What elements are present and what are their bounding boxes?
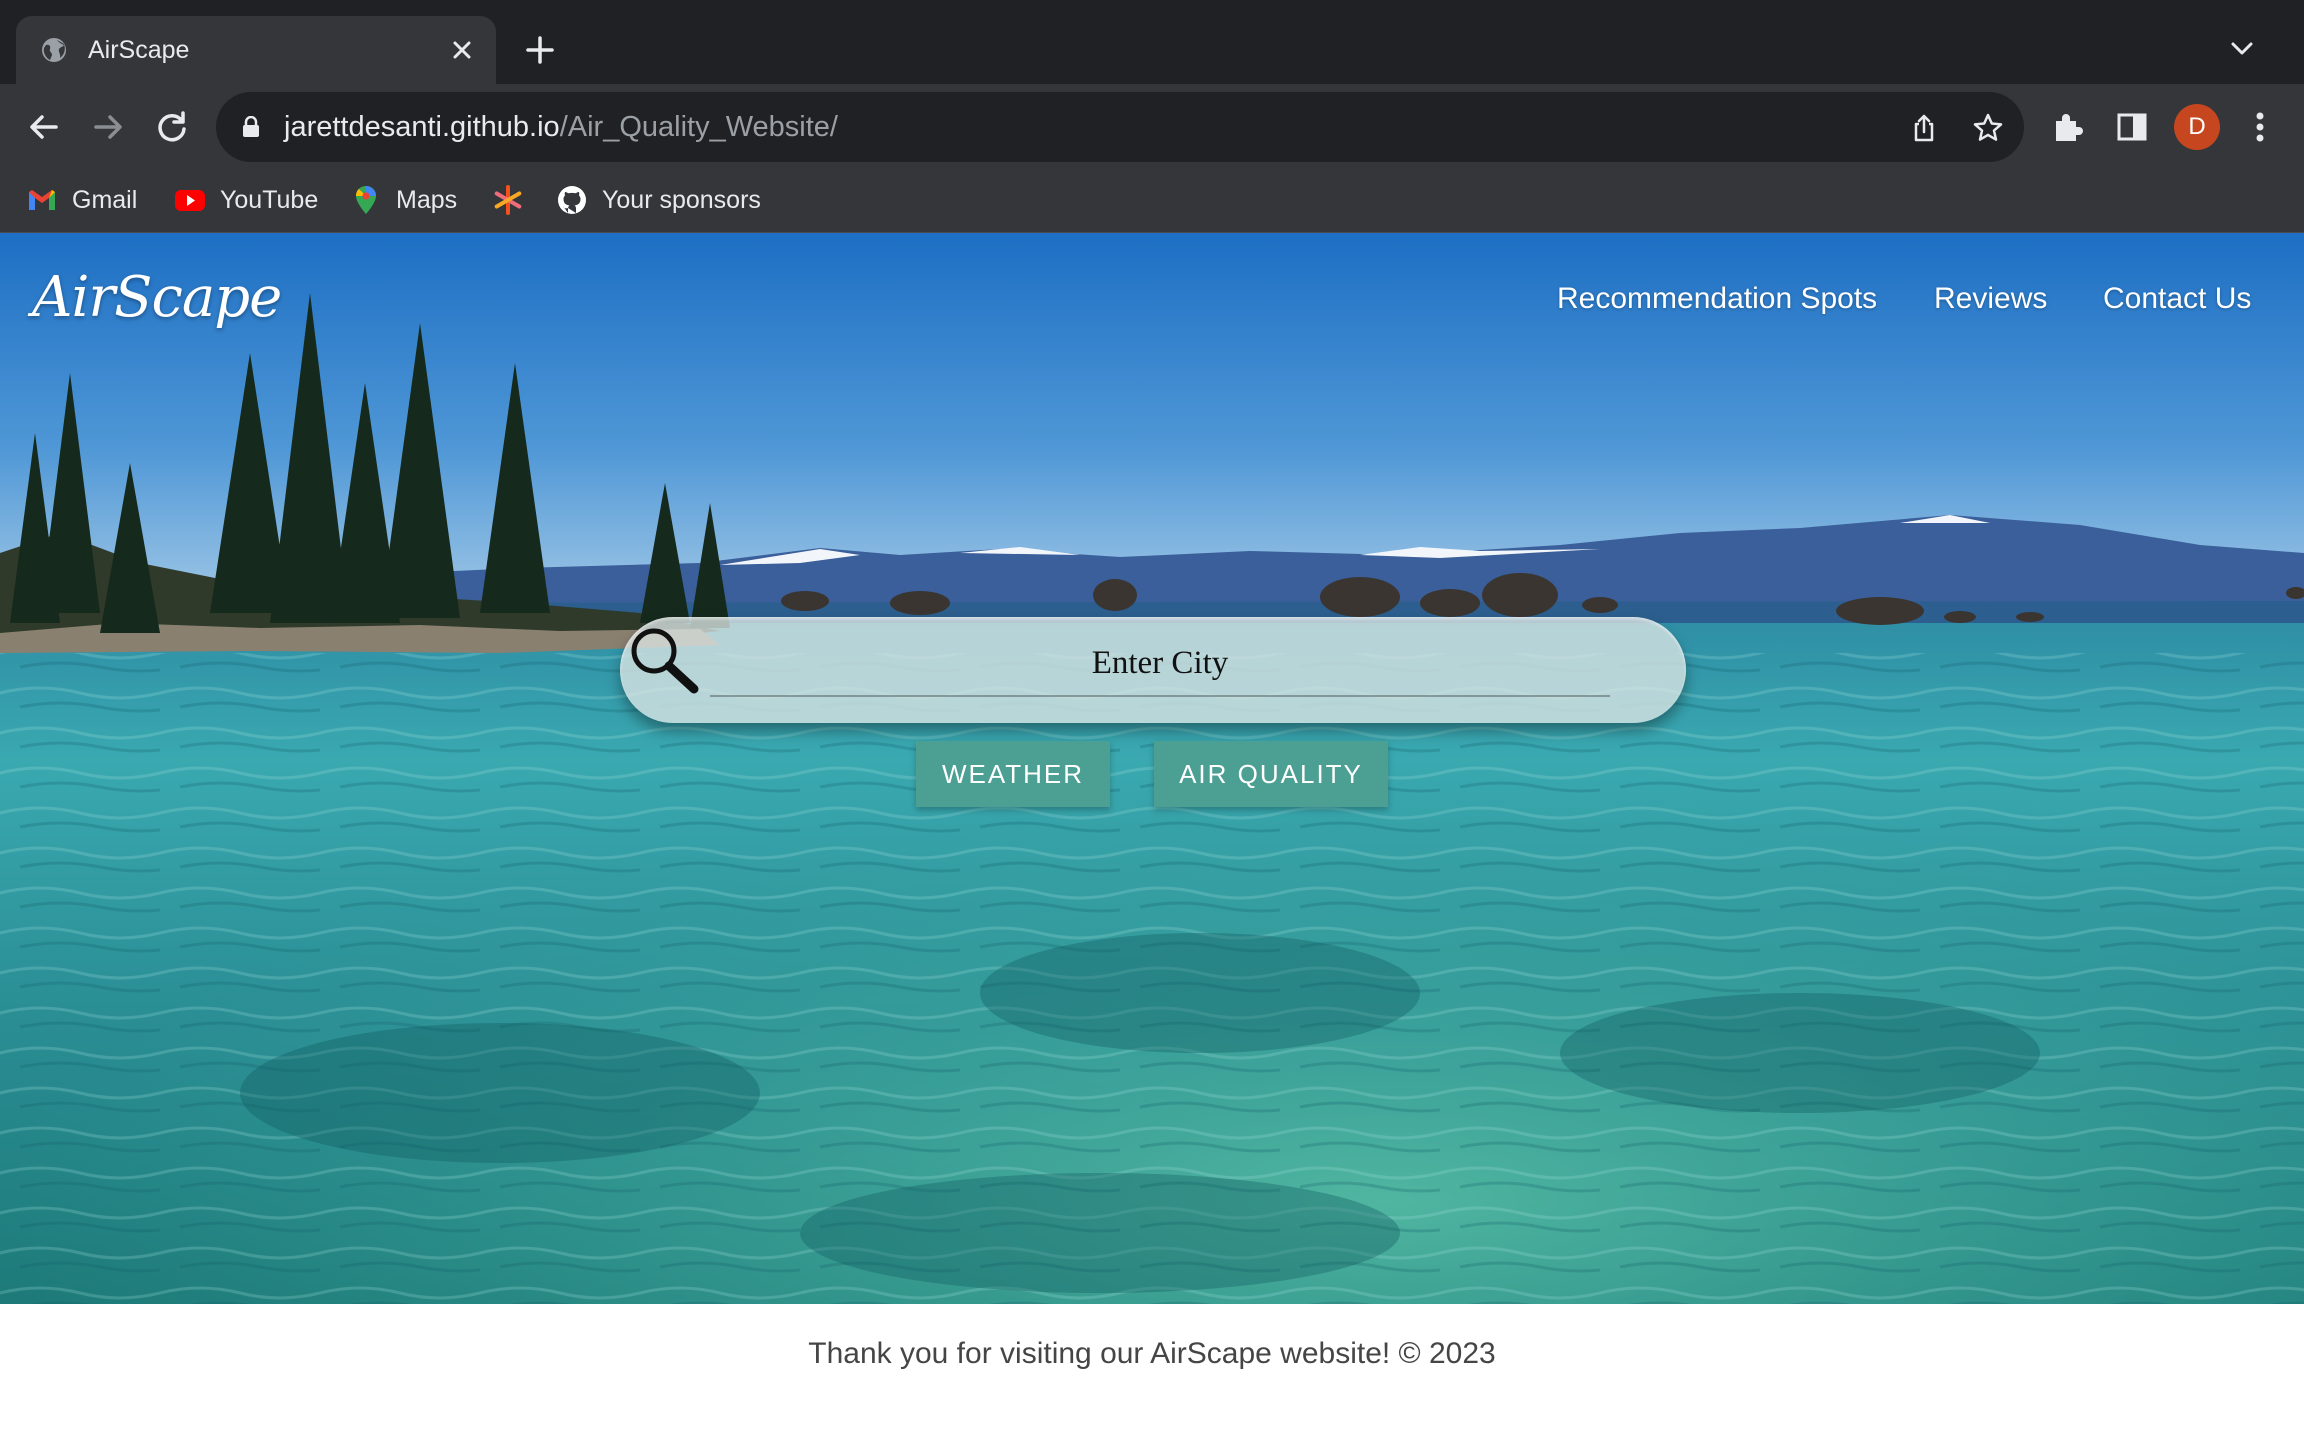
lake-background-image <box>0 233 2304 1304</box>
reload-icon[interactable] <box>152 107 192 147</box>
close-icon[interactable] <box>448 36 476 64</box>
browser-toolbar: jarettdesanti.github.io/Air_Quality_Webs… <box>0 84 2304 170</box>
bookmark-star-icon[interactable] <box>1972 112 2004 144</box>
asterisk-app-icon <box>494 185 522 215</box>
side-panel-icon[interactable] <box>2112 107 2152 147</box>
search-bar <box>620 617 1686 723</box>
share-icon[interactable] <box>1908 112 1940 144</box>
extensions-icon[interactable] <box>2048 107 2088 147</box>
footer: Thank you for visiting our AirScape webs… <box>0 1304 2304 1440</box>
maps-icon <box>356 186 376 214</box>
chevron-down-icon[interactable] <box>2228 38 2256 60</box>
github-icon <box>558 186 586 214</box>
bookmark-label: Maps <box>396 186 458 214</box>
weather-button[interactable]: WEATHER <box>916 741 1110 807</box>
lock-icon[interactable] <box>242 116 260 138</box>
more-menu-icon[interactable] <box>2240 107 2280 147</box>
bookmark-youtube[interactable]: YouTube <box>174 182 318 218</box>
url-host: jarettdesanti.github.io <box>284 111 560 143</box>
new-tab-icon[interactable] <box>524 34 556 66</box>
search-icon[interactable] <box>626 623 702 699</box>
back-icon[interactable] <box>24 107 64 147</box>
forward-icon[interactable] <box>88 107 128 147</box>
youtube-icon <box>175 190 205 211</box>
address-bar[interactable]: jarettdesanti.github.io/Air_Quality_Webs… <box>216 92 2024 162</box>
browser-chrome: AirScape jarettdesanti.github.io/Air_Qua… <box>0 0 2304 233</box>
profile-avatar[interactable]: D <box>2174 104 2220 150</box>
bookmark-asterisk-app[interactable] <box>492 182 538 218</box>
hero-section: AirScape Recommendation Spots Reviews Co… <box>0 233 2304 1304</box>
gmail-icon <box>29 190 55 210</box>
nav-contact-us[interactable]: Contact Us <box>2103 279 2251 319</box>
bookmark-label: Gmail <box>72 186 138 214</box>
brand-logo[interactable]: AirScape <box>32 263 282 333</box>
tab-title: AirScape <box>88 36 190 64</box>
bookmark-your-sponsors[interactable]: Your sponsors <box>556 182 761 218</box>
bookmarks-bar: Gmail YouTube Maps Your sponsors <box>0 170 2304 233</box>
air-quality-button[interactable]: AIR QUALITY <box>1154 741 1388 807</box>
bookmark-label: Your sponsors <box>602 186 761 214</box>
nav-recommendation-spots[interactable]: Recommendation Spots <box>1557 279 1877 319</box>
bookmark-gmail[interactable]: Gmail <box>26 182 137 218</box>
nav-reviews[interactable]: Reviews <box>1934 279 2047 319</box>
url-path: /Air_Quality_Website/ <box>559 111 838 143</box>
bookmark-maps[interactable]: Maps <box>350 182 457 218</box>
footer-text: Thank you for visiting our AirScape webs… <box>808 1337 1496 1370</box>
tab-strip: AirScape <box>0 0 2304 84</box>
url-text[interactable]: jarettdesanti.github.io/Air_Quality_Webs… <box>284 110 838 144</box>
bookmark-label: YouTube <box>220 186 319 214</box>
globe-icon <box>42 38 66 62</box>
city-search-input[interactable] <box>710 631 1610 697</box>
browser-tab[interactable]: AirScape <box>16 16 496 84</box>
